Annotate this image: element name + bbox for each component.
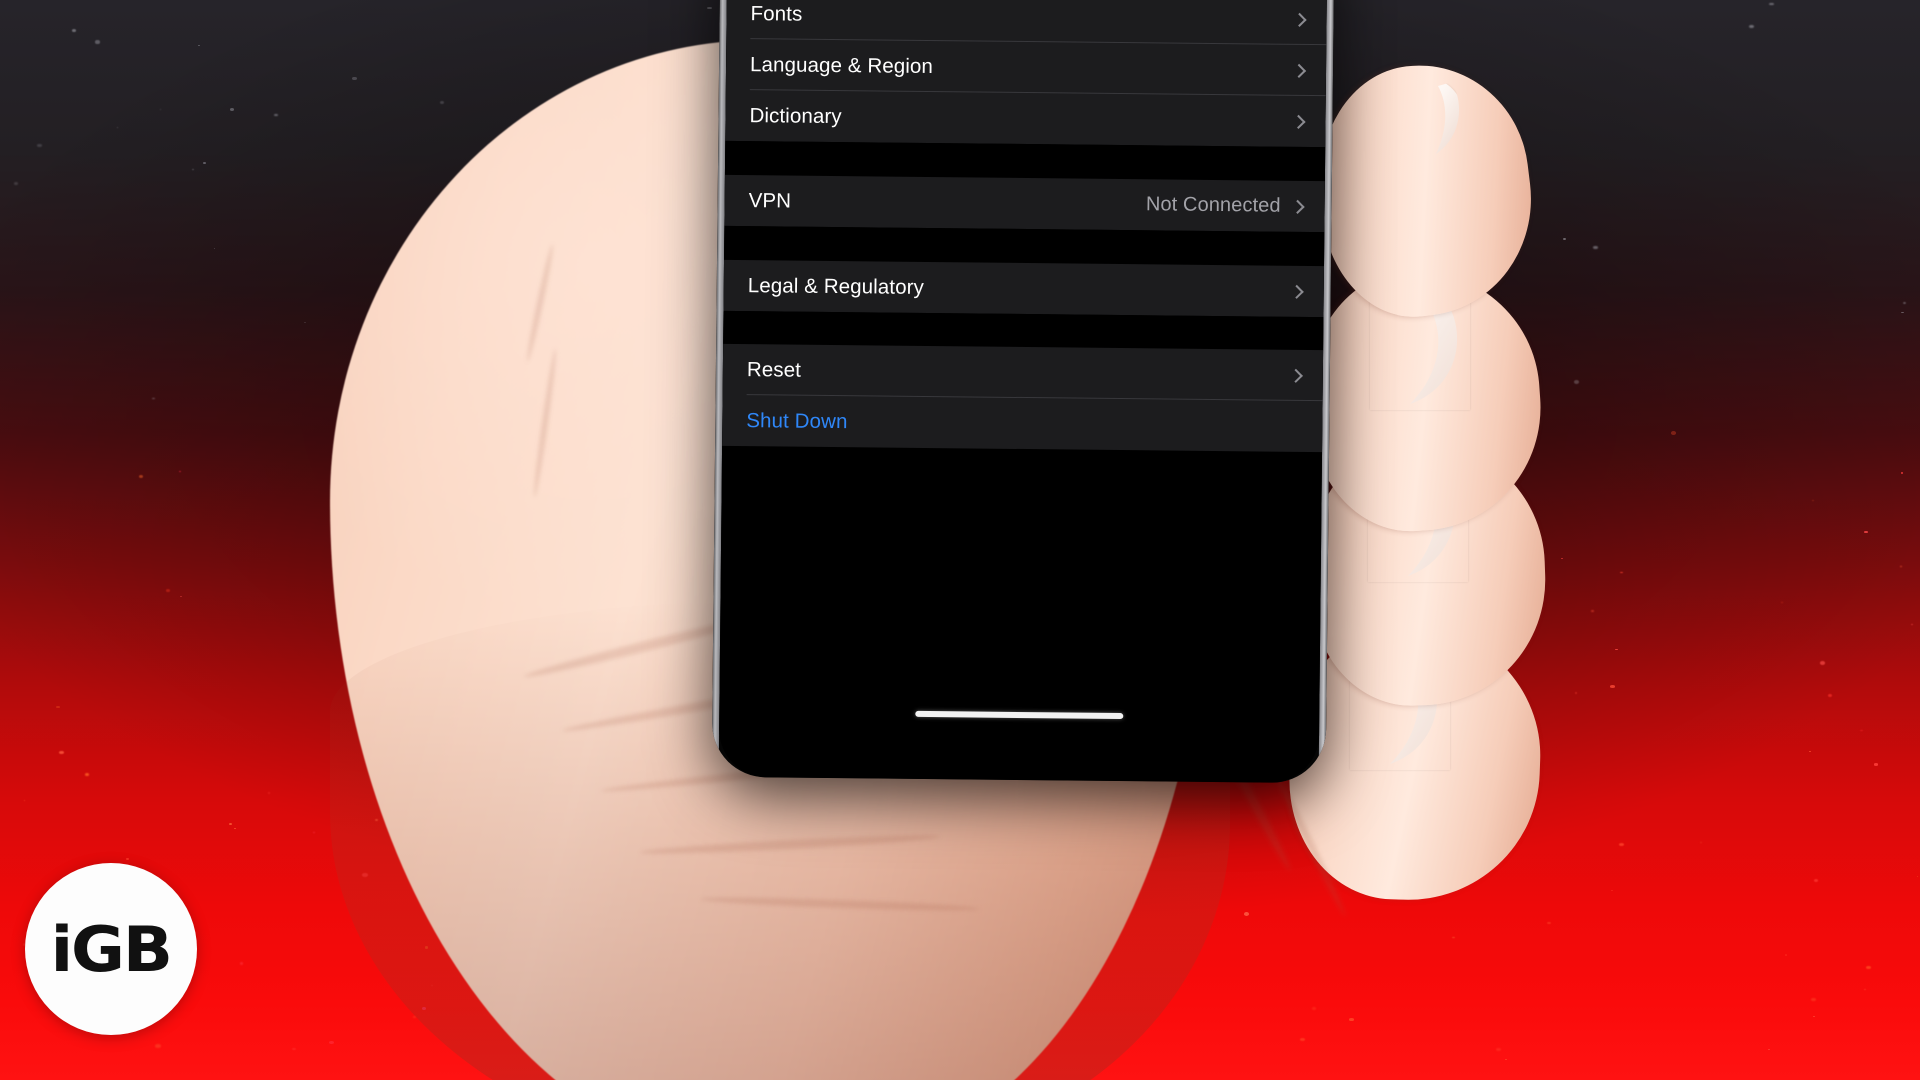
index-finger [1305, 53, 1545, 327]
chevron-right-icon [1291, 114, 1306, 129]
settings-row-dictionary[interactable]: Dictionary [725, 90, 1326, 147]
chevron-right-icon [1291, 63, 1307, 78]
reset-group: Reset Shut Down [722, 343, 1324, 453]
iphone-device: Keyboard Fonts Language & Region Diction… [711, 0, 1335, 784]
row-spacer [791, 201, 1146, 205]
igb-logo-text: iGB [50, 912, 173, 986]
chevron-right-icon [1289, 284, 1304, 299]
settings-row-language-region[interactable]: Language & Region [726, 39, 1327, 97]
row-label: Fonts [750, 1, 803, 26]
row-label: Legal & Regulatory [747, 273, 925, 299]
row-spacer [802, 14, 1294, 19]
chevron-right-icon [1292, 12, 1307, 27]
vpn-group: VPN Not Connected [724, 174, 1325, 233]
settings-row-vpn[interactable]: VPN Not Connected [724, 175, 1325, 232]
settings-row-fonts[interactable]: Fonts [726, 0, 1327, 46]
row-spacer [801, 370, 1291, 375]
shut-down-label: Shut Down [746, 408, 848, 433]
settings-row-legal-regulatory[interactable]: Legal & Regulatory [723, 260, 1324, 317]
chevron-right-icon [1290, 199, 1305, 214]
row-spacer [933, 67, 1294, 71]
home-indicator[interactable] [915, 710, 1124, 720]
settings-row-shut-down[interactable]: Shut Down [722, 395, 1323, 452]
general-group: Keyboard Fonts Language & Region Diction… [725, 0, 1328, 148]
row-spacer [924, 287, 1292, 291]
vpn-status-value: Not Connected [1145, 193, 1281, 217]
settings-row-reset[interactable]: Reset [723, 344, 1324, 402]
row-spacer [842, 117, 1294, 122]
legal-group: Legal & Regulatory [723, 259, 1324, 318]
igb-logo: iGB [25, 863, 197, 1035]
row-label: Dictionary [749, 103, 842, 128]
phone-screen: Keyboard Fonts Language & Region Diction… [718, 0, 1328, 784]
row-label: Reset [746, 357, 802, 382]
row-label: VPN [748, 188, 792, 213]
row-spacer [848, 422, 1301, 427]
chevron-right-icon [1288, 368, 1303, 383]
row-label: Language & Region [749, 52, 934, 78]
